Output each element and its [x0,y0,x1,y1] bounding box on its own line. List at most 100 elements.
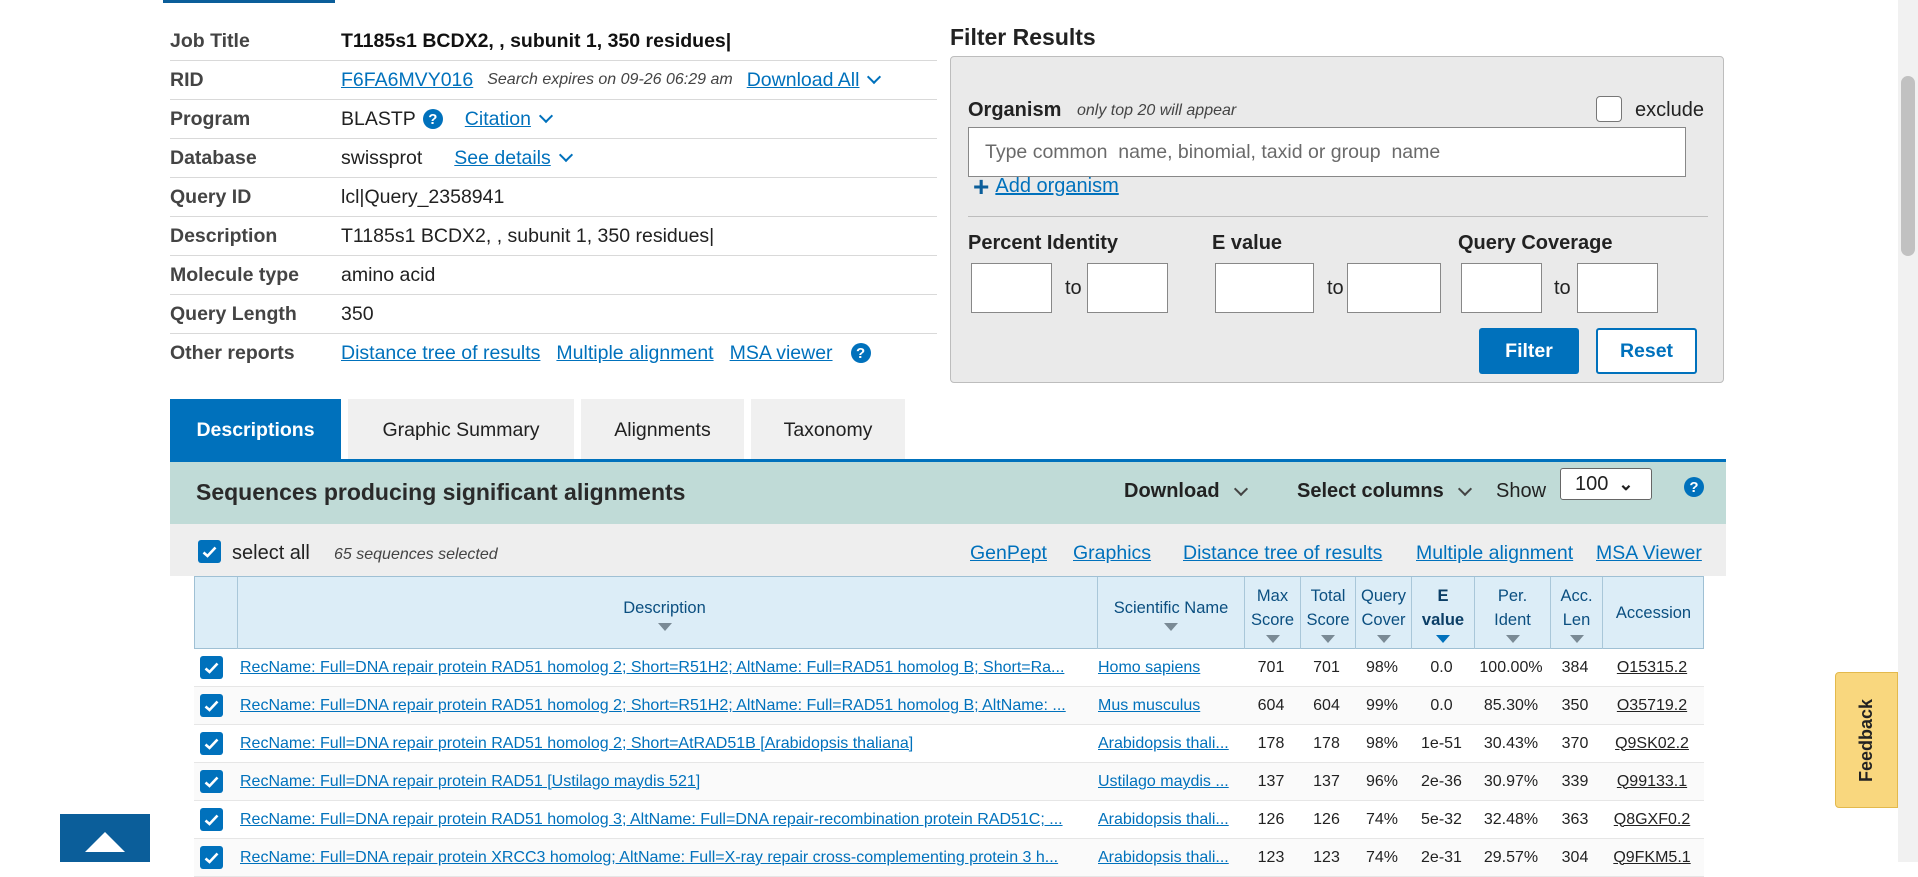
col-max-score-label: Score [1250,610,1295,629]
row-checkbox[interactable] [200,808,223,831]
multiple-alignment-link[interactable]: Multiple alignment [556,342,713,365]
row-scientific-name-link[interactable]: Arabidopsis thali... [1098,839,1243,876]
msa-viewer-link[interactable]: MSA viewer [730,342,833,365]
row-description-link[interactable]: RecName: Full=DNA repair protein RAD51 h… [240,649,1092,686]
row-per-ident: 85.30% [1483,696,1539,714]
select-all-bar: select all 65 sequences selected GenPept… [170,524,1726,576]
row-accession-link[interactable]: O15315.2 [1601,649,1703,686]
row-checkbox[interactable] [200,694,223,717]
row-description-link[interactable]: RecName: Full=DNA repair protein RAD51 h… [240,687,1092,724]
row-scientific-name-link[interactable]: Arabidopsis thali... [1098,725,1243,762]
sort-icon[interactable] [1265,634,1280,643]
sort-icon[interactable] [657,622,672,631]
sort-icon[interactable] [1376,634,1391,643]
msa-viewer-link[interactable]: MSA Viewer [1596,542,1702,565]
distance-tree-link[interactable]: Distance tree of results [1183,542,1382,565]
download-dropdown[interactable]: Download [1124,480,1250,503]
sort-icon[interactable] [1505,634,1520,643]
row-checkbox[interactable] [200,770,223,793]
chevron-down-icon: ⌄ [1618,473,1634,494]
row-scientific-name-link[interactable]: Homo sapiens [1098,649,1243,686]
col-max-score[interactable]: Max Score [1244,577,1300,649]
row-accession-link[interactable]: Q9SK02.2 [1601,725,1703,762]
col-description[interactable]: Description [237,577,1091,649]
organism-hint: only top 20 will appear [1077,102,1237,119]
col-accession[interactable]: Accession [1602,577,1704,649]
reset-button[interactable]: Reset [1596,328,1697,374]
select-all-checkbox[interactable] [198,540,221,563]
tab-descriptions[interactable]: Descriptions [170,399,341,461]
chevron-down-icon[interactable] [538,108,553,124]
row-accession-link[interactable]: O35719.2 [1601,687,1703,724]
chevron-down-icon[interactable] [558,147,573,163]
row-checkbox[interactable] [200,656,223,679]
citation-link[interactable]: Citation [465,108,531,131]
row-accession-link[interactable]: Q8GXF0.2 [1601,801,1703,838]
col-query-cover-label: Query [1361,586,1406,605]
download-all-link[interactable]: Download All [747,69,860,92]
row-description-link[interactable]: RecName: Full=DNA repair protein RAD51 h… [240,725,1092,762]
col-acc-len[interactable]: Acc. Len [1550,577,1602,649]
select-columns-dropdown[interactable]: Select columns [1297,480,1474,503]
table-row: RecName: Full=DNA repair protein RAD51 h… [194,801,1704,839]
e-value-max-input[interactable] [1347,263,1441,313]
see-details-link[interactable]: See details [454,147,550,170]
row-e-value: 0.0 [1430,658,1453,676]
sort-icon[interactable] [1321,634,1335,643]
tab-graphic-summary[interactable]: Graphic Summary [348,399,574,461]
show-count-select[interactable]: 100 ⌄ [1560,468,1652,500]
col-scientific-name[interactable]: Scientific Name [1097,577,1244,649]
col-e-value-label: value [1421,610,1465,629]
feedback-button[interactable]: Feedback [1835,672,1898,808]
row-checkbox[interactable] [200,846,223,869]
row-accession-link[interactable]: Q9FKM5.1 [1601,839,1703,876]
sort-icon[interactable] [1569,634,1584,643]
row-accession-link[interactable]: Q99133.1 [1601,763,1703,800]
graphics-link[interactable]: Graphics [1073,542,1151,565]
back-to-top-button[interactable] [60,814,150,862]
col-e-value[interactable]: E value [1411,577,1474,649]
tab-alignments[interactable]: Alignments [581,399,744,461]
job-title-label: Job Title [170,29,250,52]
sort-icon[interactable] [1164,622,1178,631]
description-value: T1185s1 BCDX2, , subunit 1, 350 residues… [341,224,715,247]
tab-taxonomy[interactable]: Taxonomy [751,399,905,461]
organism-input[interactable] [968,127,1686,177]
col-max-score-label: Max [1256,586,1289,605]
sort-icon[interactable] [1436,634,1450,643]
multiple-alignment-link[interactable]: Multiple alignment [1416,542,1573,565]
row-description-link[interactable]: RecName: Full=DNA repair protein RAD51 h… [240,801,1092,838]
e-value-min-input[interactable] [1215,263,1314,313]
table-row: RecName: Full=DNA repair protein RAD51 h… [194,649,1704,687]
help-icon[interactable]: ? [1684,477,1704,497]
row-scientific-name-link[interactable]: Ustilago maydis ... [1098,763,1243,800]
chevron-down-icon[interactable] [867,69,882,85]
to-label: to [1554,277,1571,299]
scrollbar-thumb[interactable] [1901,76,1915,256]
genpept-link[interactable]: GenPept [970,542,1047,565]
row-description-link[interactable]: RecName: Full=DNA repair protein RAD51 [… [240,763,1092,800]
row-query-cover: 74% [1365,810,1399,828]
col-total-score[interactable]: Total Score [1300,577,1355,649]
row-checkbox[interactable] [200,732,223,755]
molecule-type-row: Molecule type amino acid [170,256,937,295]
row-scientific-name-link[interactable]: Arabidopsis thali... [1098,801,1243,838]
table-row: RecName: Full=DNA repair protein RAD51 h… [194,725,1704,763]
col-query-cover[interactable]: Query Cover [1355,577,1411,649]
distance-tree-link[interactable]: Distance tree of results [341,342,540,365]
download-label: Download [1124,480,1220,502]
col-per-ident[interactable]: Per. Ident [1474,577,1550,649]
exclude-checkbox[interactable] [1596,96,1622,122]
query-coverage-min-input[interactable] [1461,263,1542,313]
percent-identity-min-input[interactable] [971,263,1052,313]
percent-identity-max-input[interactable] [1087,263,1168,313]
query-coverage-max-input[interactable] [1577,263,1658,313]
filter-button[interactable]: Filter [1479,328,1579,374]
help-icon[interactable]: ? [850,343,871,363]
row-description-link[interactable]: RecName: Full=DNA repair protein XRCC3 h… [240,839,1092,876]
add-organism-button[interactable]: + Add organism [973,172,1119,200]
help-icon[interactable]: ? [422,109,443,129]
row-scientific-name-link[interactable]: Mus musculus [1098,687,1243,724]
add-organism-label[interactable]: Add organism [995,175,1118,198]
rid-link[interactable]: F6FA6MVY016 [341,69,473,92]
